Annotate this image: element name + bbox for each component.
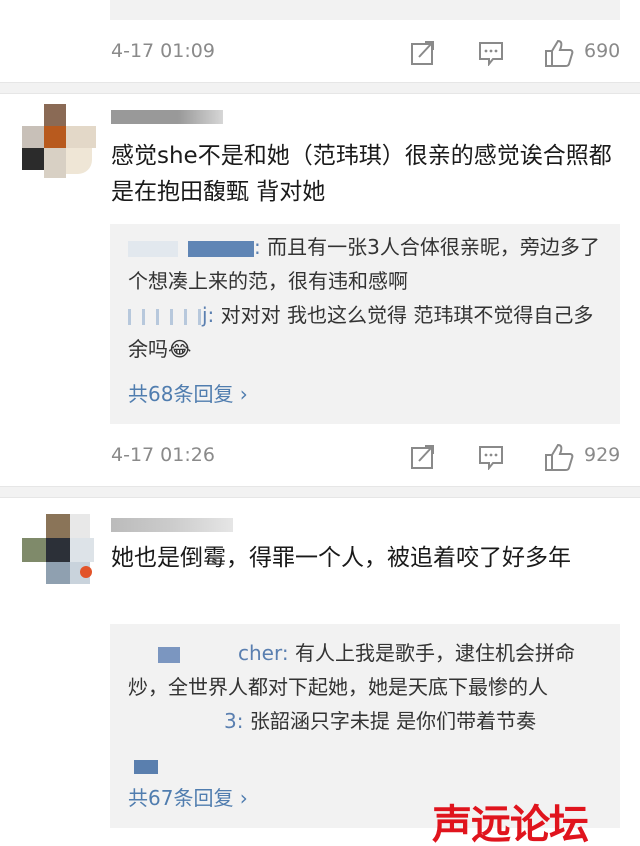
avatar[interactable] <box>22 104 96 178</box>
comment-divider <box>0 486 640 498</box>
username[interactable] <box>111 110 223 124</box>
comment-text: 她也是倒霉，得罪一个人，被追着咬了好多年 <box>111 545 571 571</box>
view-more-replies-link[interactable]: 共67条回复 › <box>128 782 248 811</box>
repost-icon[interactable] <box>410 40 436 66</box>
like-count: 690 <box>584 40 621 62</box>
watermark-logo: 声远论坛 <box>432 802 589 846</box>
masked-username <box>128 308 202 325</box>
masked-username <box>158 646 180 663</box>
reply-item[interactable]: 3: 张韶涵只字未提 是你们带着节奏 <box>110 704 620 738</box>
comment-divider <box>0 82 640 94</box>
view-more-replies-link[interactable]: 共68条回复 › <box>128 378 248 407</box>
avatar[interactable] <box>22 514 96 588</box>
masked-username <box>128 240 178 257</box>
masked-username <box>188 240 254 257</box>
reply-item[interactable]: j: 对对对 我也这么觉得 范玮琪不觉得自己多余吗😂 <box>110 298 620 366</box>
comment-icon[interactable] <box>478 444 504 470</box>
reply-item[interactable]: cher: 有人上我是歌手，逮住机会拼命炒，全世界人都对下起她，她是天底下最惨的… <box>110 636 620 704</box>
reply-box-top <box>110 0 620 20</box>
masked-username <box>128 715 224 731</box>
comment-meta-row: 4-17 01:09 690 <box>0 26 640 86</box>
repost-icon[interactable] <box>410 444 436 470</box>
reply-item[interactable]: : 而且有一张3人合体很亲昵，旁边多了个想凑上来的范，很有违和感啊 <box>110 230 620 298</box>
reply-box: : 而且有一张3人合体很亲昵，旁边多了个想凑上来的范，很有违和感啊 j: 对对对… <box>110 224 620 424</box>
comment-icon[interactable] <box>478 40 504 66</box>
thumbs-up-icon[interactable] <box>544 38 574 68</box>
like-count: 929 <box>584 444 621 466</box>
thumbs-up-icon[interactable] <box>544 442 574 472</box>
comment-time: 4-17 01:26 <box>111 444 215 466</box>
masked-username <box>134 760 158 774</box>
masked-username <box>180 646 238 663</box>
comment-text: 感觉she不是和她（范玮琪）很亲的感觉诶合照都是在抱田馥甄 背对她 <box>111 143 612 205</box>
comment-time: 4-17 01:09 <box>111 40 215 62</box>
comment-meta-row: 4-17 01:26 929 <box>0 426 640 486</box>
username[interactable] <box>111 518 233 532</box>
